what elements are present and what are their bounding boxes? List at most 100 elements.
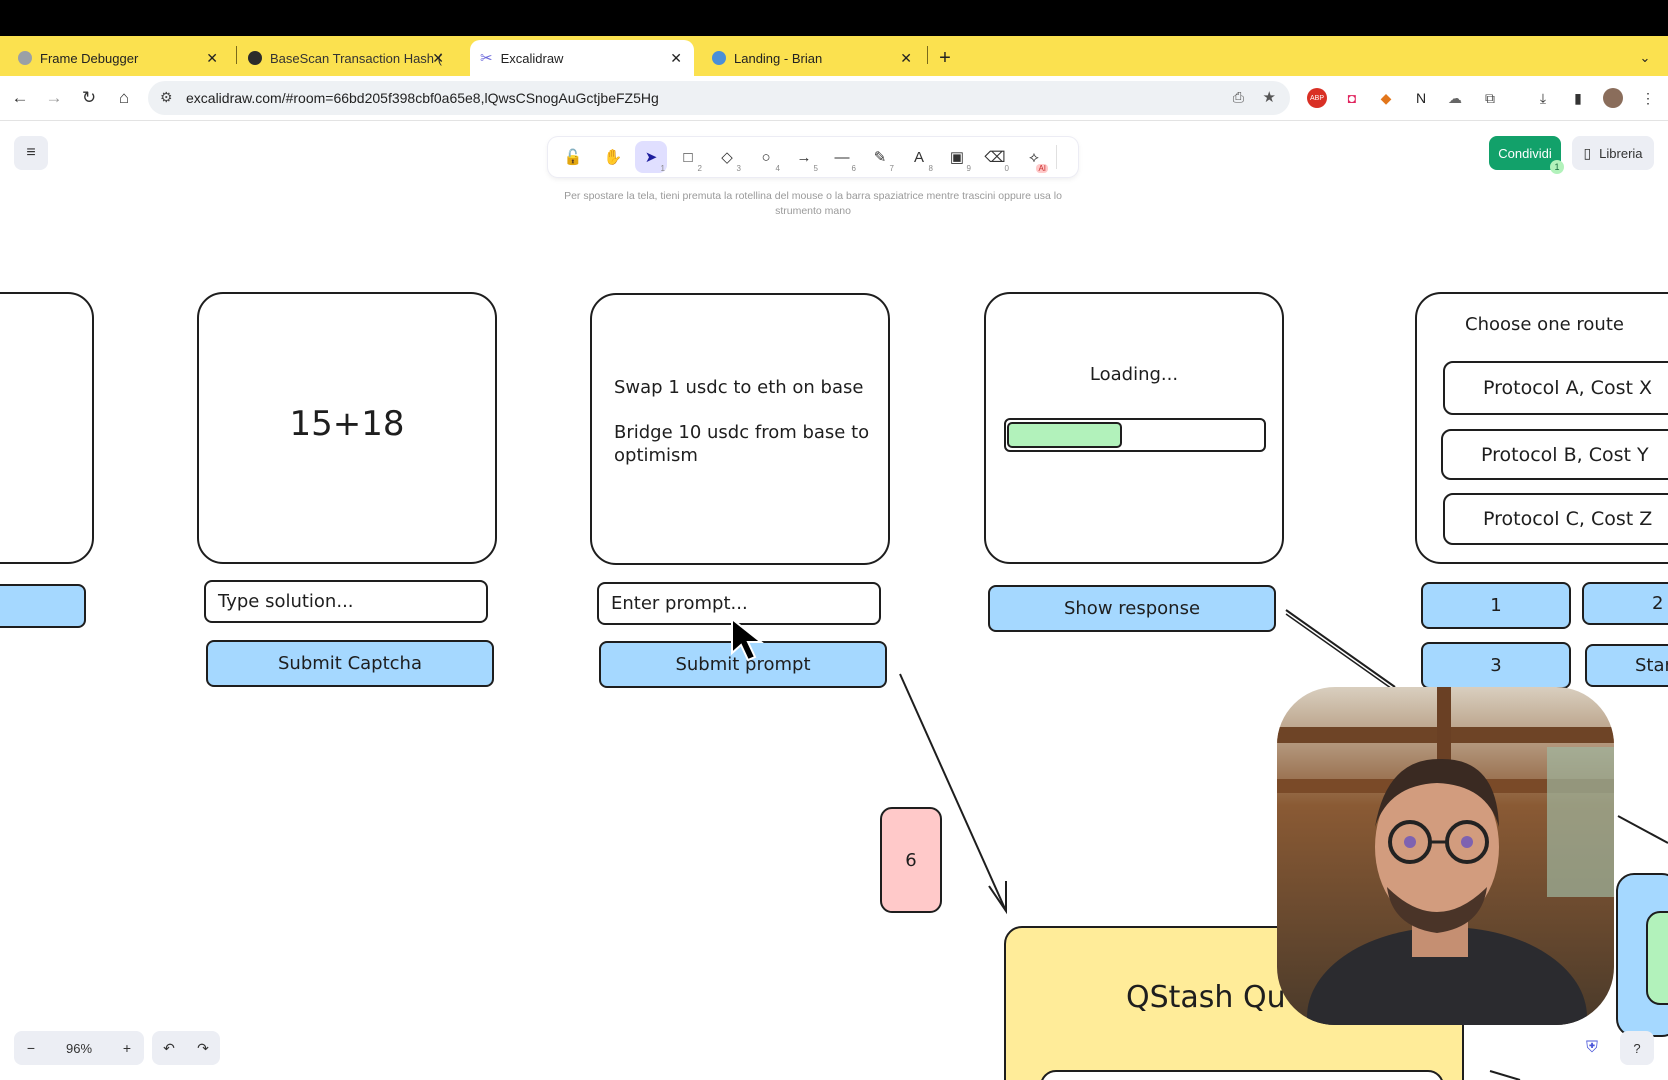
mouse-cursor-icon bbox=[731, 617, 764, 662]
lock-icon[interactable]: 🔓 bbox=[557, 141, 589, 173]
close-icon[interactable]: ✕ bbox=[670, 50, 682, 67]
redo-button[interactable]: ↷ bbox=[186, 1031, 220, 1065]
download-icon[interactable]: ⤓ bbox=[1533, 88, 1553, 108]
eraser-icon-glyph: ⌫ bbox=[984, 149, 1006, 166]
forward-icon[interactable]: → bbox=[40, 84, 68, 112]
site-settings-icon[interactable]: ⚙ bbox=[160, 89, 173, 106]
partial-shape-green[interactable] bbox=[1646, 911, 1668, 1005]
arrow-icon[interactable]: → 5 bbox=[788, 141, 820, 174]
collaborator-count-badge: 1 bbox=[1550, 160, 1564, 174]
library-button[interactable]: ▯ Libreria bbox=[1572, 136, 1654, 170]
route-option-c[interactable]: Protocol C, Cost Z bbox=[1443, 493, 1668, 545]
side-panel-icon[interactable]: ▮ bbox=[1568, 88, 1588, 108]
tab-excalidraw[interactable]: ✂ Excalidraw ✕ bbox=[470, 40, 694, 76]
more-menu-icon[interactable]: ⋮ bbox=[1638, 88, 1658, 108]
route-button-1[interactable]: 1 bbox=[1421, 582, 1571, 629]
tab-title: Excalidraw bbox=[500, 50, 564, 66]
tab-title: BaseScan Transaction Hash ( bbox=[270, 50, 442, 66]
route-button-3[interactable]: 3 bbox=[1421, 642, 1571, 689]
book-icon: ▯ bbox=[1583, 144, 1592, 161]
text-icon-glyph: A bbox=[913, 148, 924, 166]
home-icon[interactable]: ⌂ bbox=[110, 84, 138, 112]
partial-shape-blue[interactable] bbox=[1616, 873, 1668, 1037]
progress-bar bbox=[1004, 418, 1266, 452]
line-icon[interactable]: —6 bbox=[826, 141, 858, 174]
ellipse-icon-glyph: ○ bbox=[761, 148, 771, 166]
address-bar[interactable]: ⚙ excalidraw.com/#room=66bd205f398cbf0a6… bbox=[148, 81, 1290, 115]
tool-hint: Per spostare la tela, tieni premuta la r… bbox=[564, 190, 1062, 217]
reload-icon[interactable]: ↻ bbox=[75, 84, 103, 112]
shortcut-key: 8 bbox=[928, 164, 933, 173]
diamond-icon[interactable]: ◇ 3 bbox=[711, 141, 743, 173]
undo-button[interactable]: ↶ bbox=[152, 1031, 186, 1065]
url-text[interactable]: excalidraw.com/#room=66bd205f398cbf0a65e… bbox=[186, 90, 659, 106]
count-note[interactable]: 6 bbox=[880, 807, 942, 913]
shortcut-key: 5 bbox=[813, 164, 818, 173]
zoom-in-button[interactable]: + bbox=[110, 1031, 144, 1065]
navigation-bar: ← → ↻ ⌂ ⚙ excalidraw.com/#room=66bd205f3… bbox=[0, 76, 1668, 121]
prompt-card[interactable]: Swap 1 usdc to eth on base Bridge 10 usd… bbox=[590, 293, 890, 565]
image-icon-glyph: ▣ bbox=[949, 149, 965, 166]
frame-card-partial[interactable] bbox=[0, 292, 94, 564]
route-option-b[interactable]: Protocol B, Cost Y bbox=[1441, 429, 1668, 480]
tab-frame-debugger[interactable]: Frame Debugger ✕ bbox=[0, 40, 230, 76]
route-button-2[interactable]: 2 bbox=[1582, 582, 1668, 625]
notion-icon[interactable]: N bbox=[1411, 88, 1431, 108]
submit-captcha-button[interactable]: Submit Captcha bbox=[206, 640, 494, 687]
globe-icon bbox=[712, 51, 726, 65]
tab-title: Landing - Brian bbox=[734, 50, 823, 66]
excalidraw-icon: ✂ bbox=[480, 50, 493, 67]
bookmark-star-icon[interactable]: ★ bbox=[1263, 88, 1276, 106]
shortcut-key: 4 bbox=[775, 164, 780, 173]
zoom-out-button[interactable]: − bbox=[14, 1031, 48, 1065]
qstash-label: QStash Qu bbox=[1126, 980, 1286, 1015]
rectangle-icon[interactable]: □ 2 bbox=[672, 141, 704, 174]
tab-basescan[interactable]: BaseScan Transaction Hash ( ✕ bbox=[230, 40, 456, 76]
ellipse-icon[interactable]: ○ 4 bbox=[750, 141, 782, 174]
captcha-card[interactable]: 15+18 bbox=[197, 292, 497, 564]
tab-landing-brian[interactable]: Landing - Brian ✕ bbox=[694, 40, 924, 76]
loading-card[interactable]: Loading... bbox=[984, 292, 1284, 564]
profile-avatar[interactable] bbox=[1603, 88, 1623, 108]
image-icon[interactable]: ▣ 9 bbox=[941, 141, 973, 173]
route-option-a[interactable]: Protocol A, Cost X bbox=[1443, 361, 1668, 415]
qstash-inner-box[interactable] bbox=[1040, 1070, 1444, 1080]
extension-cloud-icon[interactable]: ☁ bbox=[1445, 88, 1465, 108]
pencil-icon[interactable]: ✎ 7 bbox=[864, 141, 896, 173]
loading-label: Loading... bbox=[1089, 364, 1179, 385]
close-icon[interactable]: ✕ bbox=[206, 50, 218, 67]
hand-icon[interactable]: ✋ bbox=[597, 141, 629, 173]
adblock-icon[interactable]: ABP bbox=[1307, 88, 1327, 108]
close-icon[interactable]: ✕ bbox=[432, 50, 444, 67]
help-icon[interactable]: ? bbox=[1620, 1031, 1654, 1065]
tab-search-chevron-icon[interactable]: ⌄ bbox=[1630, 40, 1660, 76]
ai-shapes-icon[interactable]: ⟡ AI bbox=[1018, 141, 1050, 173]
pocket-icon[interactable]: ◘ bbox=[1342, 88, 1362, 108]
extensions-puzzle-icon[interactable]: ⧉ bbox=[1480, 88, 1500, 108]
selection-icon[interactable]: ➤ 1 bbox=[635, 141, 667, 173]
new-tab-button[interactable]: + bbox=[930, 40, 960, 76]
ai-shapes-icon-glyph: ⟡ bbox=[1029, 148, 1039, 166]
shortcut-key: 6 bbox=[851, 164, 856, 173]
install-app-icon[interactable]: ⎙ bbox=[1233, 89, 1244, 106]
metamask-icon[interactable]: ◆ bbox=[1376, 88, 1396, 108]
back-icon[interactable]: ← bbox=[6, 84, 34, 112]
hand-icon-glyph: ✋ bbox=[603, 149, 623, 166]
library-label: Libreria bbox=[1599, 145, 1643, 161]
eraser-icon[interactable]: ⌫ 0 bbox=[979, 141, 1011, 173]
shortcut-key: 1 bbox=[660, 164, 665, 173]
shortcut-key: 9 bbox=[966, 164, 971, 173]
route-title: Choose one route bbox=[1465, 314, 1624, 335]
zoom-level[interactable]: 96% bbox=[48, 1031, 110, 1065]
show-response-button[interactable]: Show response bbox=[988, 585, 1276, 632]
captcha-solution-input[interactable]: Type solution... bbox=[204, 580, 488, 623]
webcam-video bbox=[1277, 687, 1614, 1025]
main-menu-icon[interactable]: ≡ bbox=[14, 136, 48, 170]
text-icon[interactable]: A8 bbox=[903, 141, 935, 174]
excalidraw-toolbar: 🔓 ✋ ➤ 1 □ 2 ◇ 3 ○ 4 → 5—6 ✎ 7 A 8 ▣ 9 ⌫ 0 ⟡ AI bbox=[548, 137, 1078, 177]
encryption-shield-icon[interactable]: ⛨ bbox=[1582, 1038, 1602, 1058]
close-icon[interactable]: ✕ bbox=[900, 50, 912, 67]
start-button[interactable]: Start bbox=[1585, 644, 1668, 687]
tab-strip: Frame Debugger ✕ BaseScan Transaction Ha… bbox=[0, 36, 1668, 76]
frame-button-partial[interactable] bbox=[0, 584, 86, 628]
